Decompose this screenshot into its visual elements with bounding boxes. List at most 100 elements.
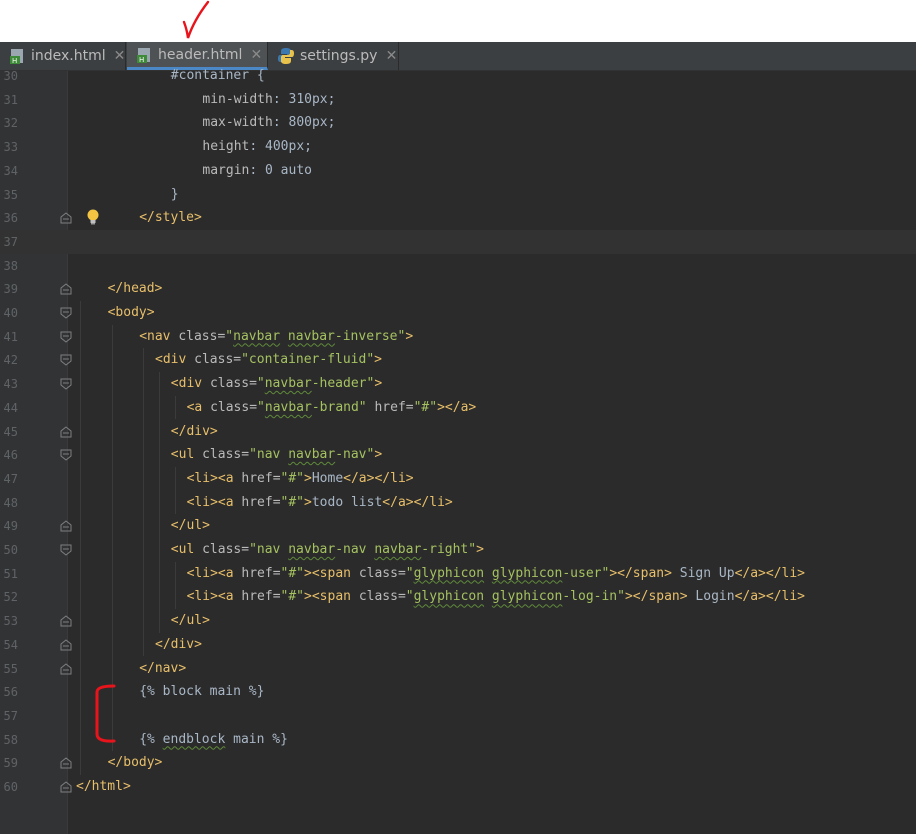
fold-end-icon[interactable] (60, 283, 72, 295)
code-token: 400px (265, 139, 305, 155)
fold-end-icon[interactable] (60, 212, 72, 224)
code-token: href= (374, 399, 414, 415)
fold-end-icon[interactable] (60, 781, 72, 793)
code-line[interactable]: 39 </head> (0, 277, 916, 301)
code-line[interactable]: 50 <ul class="nav navbar-nav navbar-right… (0, 538, 916, 562)
code-line[interactable]: 42 <div class="container-fluid"> (0, 348, 916, 372)
code-line[interactable]: 46 <ul class="nav navbar-nav"> (0, 443, 916, 467)
line-number: 33 (3, 140, 18, 155)
code-text: <nav class="navbar navbar-inverse"> (139, 325, 413, 349)
code-token: ></span> (609, 565, 672, 581)
code-token: <div (155, 352, 195, 368)
html-file-icon: H (135, 46, 153, 64)
code-line[interactable]: 58 {% endblock main %} (0, 728, 916, 752)
fold-collapse-icon[interactable] (60, 378, 72, 390)
fold-end-icon[interactable] (60, 662, 72, 675)
code-token: 0 auto (265, 162, 312, 178)
code-line[interactable]: 55 </nav> (0, 657, 916, 681)
code-line[interactable]: 43 <div class="navbar-header"> (0, 372, 916, 396)
code-text: <li><a href="#">Home</a></li> (187, 467, 414, 491)
line-number: 51 (3, 566, 18, 581)
line-number: 54 (3, 637, 18, 652)
fold-end-icon[interactable] (60, 615, 72, 627)
close-icon[interactable]: ✕ (114, 48, 126, 64)
code-token: class= (194, 352, 242, 368)
code-token: " (257, 399, 265, 415)
line-number: 43 (3, 377, 18, 392)
code-token: ; (304, 139, 312, 155)
code-editor[interactable]: 30 #container {31 min-width: 310px; 32 max-w… (0, 68, 916, 834)
code-token: margin (202, 162, 250, 178)
line-number: 34 (3, 163, 18, 178)
code-line[interactable]: 40 <body> (0, 301, 916, 325)
code-line[interactable]: 33 height: 400px; (0, 135, 916, 159)
code-line[interactable]: 36 </style> (0, 206, 916, 230)
tab-label: header.html (158, 46, 243, 63)
line-number: 39 (3, 282, 18, 297)
code-token: > (304, 470, 312, 486)
fold-end-icon[interactable] (60, 425, 72, 438)
code-line[interactable]: 60 </html> (0, 775, 916, 799)
code-token: <li><a (186, 494, 242, 510)
code-line[interactable]: 56 {% block main %} (0, 680, 916, 704)
close-icon[interactable]: ✕ (385, 48, 398, 64)
code-line[interactable]: 32 max-width: 800px; (0, 111, 916, 135)
code-line[interactable]: 30 #container { (0, 64, 916, 88)
code-line[interactable]: 44 <a class="navbar-brand" href="#"></a> (0, 396, 916, 420)
code-token: ></span> (624, 589, 688, 605)
code-line[interactable]: 52 <li><a href="#"><span class="glyphicon… (0, 585, 916, 609)
code-text: <ul class="nav navbar-nav navbar-right"> (171, 538, 484, 562)
code-token: > (405, 328, 414, 344)
code-line[interactable]: 38 (0, 254, 916, 278)
code-token: class= (210, 399, 258, 415)
code-line[interactable]: 48 <li><a href="#">todo list</a></li> (0, 491, 916, 515)
code-token: class= (209, 376, 257, 392)
code-token: Home (311, 470, 344, 486)
code-token: : (249, 139, 266, 155)
code-token: todo list (311, 494, 383, 510)
fold-end-icon[interactable] (60, 757, 72, 769)
code-line[interactable]: 34 margin: 0 auto (0, 159, 916, 183)
code-line[interactable]: 57 (0, 704, 916, 728)
line-number: 38 (3, 258, 18, 273)
fold-end-icon[interactable] (60, 520, 72, 532)
code-token: -nav (335, 542, 375, 557)
code-token: <ul (170, 542, 203, 557)
line-number: 37 (3, 234, 18, 249)
code-text: min-width: 310px; (202, 88, 335, 112)
code-line[interactable]: 35} (0, 183, 916, 207)
code-text: #container { (171, 64, 265, 88)
code-line[interactable]: 49 </ul> (0, 514, 916, 538)
fold-collapse-icon[interactable] (60, 354, 72, 367)
top-margin (0, 0, 916, 42)
code-line[interactable]: 41 <nav class="navbar navbar-inverse"> (0, 325, 916, 349)
code-token: </a></li> (734, 589, 806, 605)
fold-collapse-icon[interactable] (60, 544, 72, 556)
code-token: ><span (304, 589, 359, 605)
code-token: navbar (264, 399, 312, 415)
code-text: </ul> (171, 609, 210, 633)
close-icon[interactable]: ✕ (250, 47, 263, 63)
code-line[interactable]: 31 min-width: 310px; (0, 88, 916, 112)
line-number: 30 (3, 69, 18, 83)
code-line[interactable]: 53 </ul> (0, 609, 916, 633)
lightbulb-icon[interactable] (85, 208, 101, 226)
code-line[interactable]: 47 <li><a href="#">Home</a></li> (0, 467, 916, 491)
line-number: 42 (3, 353, 18, 368)
fold-collapse-icon[interactable] (60, 307, 72, 319)
code-line[interactable]: 51 <li><a href="#"><span class="glyphicon… (0, 562, 916, 586)
fold-collapse-icon[interactable] (60, 331, 72, 343)
svg-text:H: H (139, 56, 144, 64)
fold-collapse-icon[interactable] (60, 449, 72, 461)
fold-end-icon[interactable] (60, 639, 72, 651)
code-line[interactable]: 59 </body> (0, 751, 916, 775)
code-token: navbar (288, 447, 336, 463)
line-number: 59 (3, 756, 18, 771)
code-token: <li><a (186, 565, 242, 581)
code-token: glyphicon (491, 589, 563, 605)
code-line[interactable]: 37 (0, 229, 916, 254)
code-text: {% endblock main %} (139, 728, 288, 752)
code-line[interactable]: 45 </div> (0, 420, 916, 444)
code-line[interactable]: 54 </div> (0, 633, 916, 657)
code-token: ; (327, 115, 336, 131)
